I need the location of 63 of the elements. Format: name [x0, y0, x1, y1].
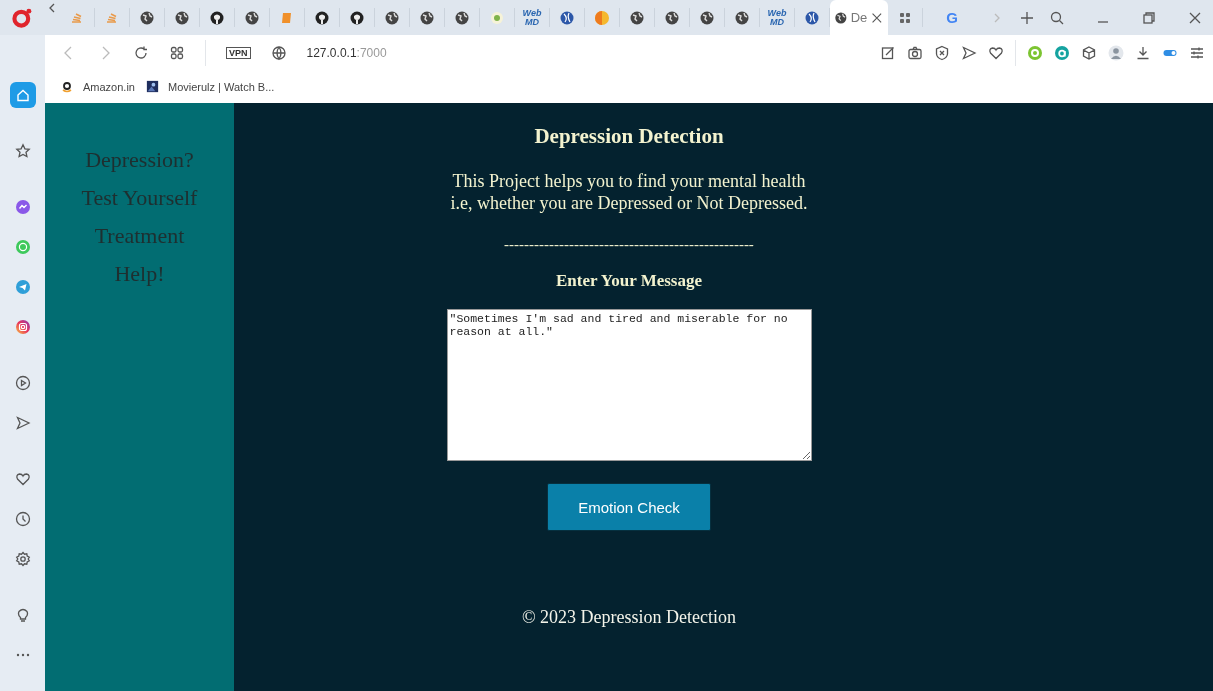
tab-title: De	[850, 10, 868, 25]
octocat-icon[interactable]	[349, 9, 365, 26]
tab-logo-text: Web MD	[522, 8, 542, 27]
globe-icon[interactable]	[244, 9, 260, 26]
messenger-icon[interactable]	[14, 199, 31, 215]
cube-icon[interactable]	[1081, 44, 1097, 61]
vpn-badge[interactable]: VPN	[226, 46, 251, 59]
ball-icon[interactable]	[559, 9, 575, 26]
send-icon[interactable]	[14, 415, 31, 431]
edit-icon[interactable]	[880, 44, 896, 61]
sidebar-button[interactable]	[9, 82, 36, 108]
globe-icon[interactable]	[454, 9, 470, 26]
ball-icon[interactable]	[804, 9, 820, 26]
dashed-divider: --------------------------------------------------	[504, 236, 754, 253]
camera-icon[interactable]	[907, 44, 923, 61]
section-heading: Enter Your Message	[555, 271, 703, 291]
address-field[interactable]: 127.0.0.1:7000	[306, 45, 387, 60]
globe-icon[interactable]	[699, 9, 715, 26]
extension-icon[interactable]	[1054, 44, 1070, 61]
new-tab-icon[interactable]	[1019, 9, 1035, 26]
globe-icon[interactable]	[139, 9, 155, 26]
intro-text: This Project helps you to find your mental health	[452, 170, 806, 192]
browser-tab[interactable]: G	[923, 0, 981, 35]
restore-icon[interactable]	[1141, 9, 1157, 26]
bookmark-link[interactable]: Amazon.in	[83, 80, 135, 93]
send-icon[interactable]	[961, 44, 977, 61]
shield-icon[interactable]	[934, 44, 950, 61]
octocat-icon[interactable]	[314, 9, 330, 26]
globe-icon[interactable]	[664, 9, 680, 26]
picture-icon[interactable]	[145, 79, 160, 94]
tab-logo-text: Web MD	[767, 8, 787, 27]
telegram-icon[interactable]	[14, 279, 31, 295]
intro-text: i.e, whether you are Depressed or Not Depressed.	[450, 192, 808, 214]
play-icon[interactable]	[14, 375, 31, 391]
browser-logo-icon[interactable]	[11, 6, 33, 29]
globe-icon[interactable]	[629, 9, 645, 26]
grid-icon[interactable]	[169, 44, 185, 61]
download-icon[interactable]	[1135, 44, 1151, 61]
page-title: Depression Detection	[534, 124, 724, 149]
reload-icon[interactable]	[133, 44, 149, 61]
bookmark-link[interactable]: Movierulz | Watch B...	[168, 80, 275, 93]
octocat-icon[interactable]	[209, 9, 225, 26]
globe-icon[interactable]	[384, 9, 400, 26]
browser-tab[interactable]: Web MD	[760, 8, 795, 27]
home-icon[interactable]	[14, 87, 31, 103]
globe-icon[interactable]	[734, 9, 750, 26]
instagram-icon[interactable]	[14, 319, 31, 335]
settings-icon[interactable]	[14, 551, 31, 567]
avatar-icon[interactable]	[1108, 44, 1124, 61]
globe-icon[interactable]	[270, 44, 287, 61]
browser-tab[interactable]: Web MD	[515, 8, 550, 27]
footer-text: © 2023 Depression Detection	[521, 607, 737, 628]
globe-icon[interactable]	[419, 9, 435, 26]
browser-tab[interactable]: De	[830, 0, 888, 35]
emotion-check-button[interactable]: Emotion Check	[547, 483, 711, 531]
globe-icon[interactable]	[174, 9, 190, 26]
star-icon[interactable]	[14, 143, 31, 159]
search-icon[interactable]	[1049, 9, 1065, 26]
message-field[interactable]: "Sometimes I'm sad and tired and miserable for no reason at all."	[446, 309, 812, 461]
heart-icon[interactable]	[988, 44, 1004, 61]
heart-icon[interactable]	[14, 471, 31, 487]
clock-icon[interactable]	[14, 511, 31, 527]
tab-logo-text: G	[946, 9, 958, 26]
